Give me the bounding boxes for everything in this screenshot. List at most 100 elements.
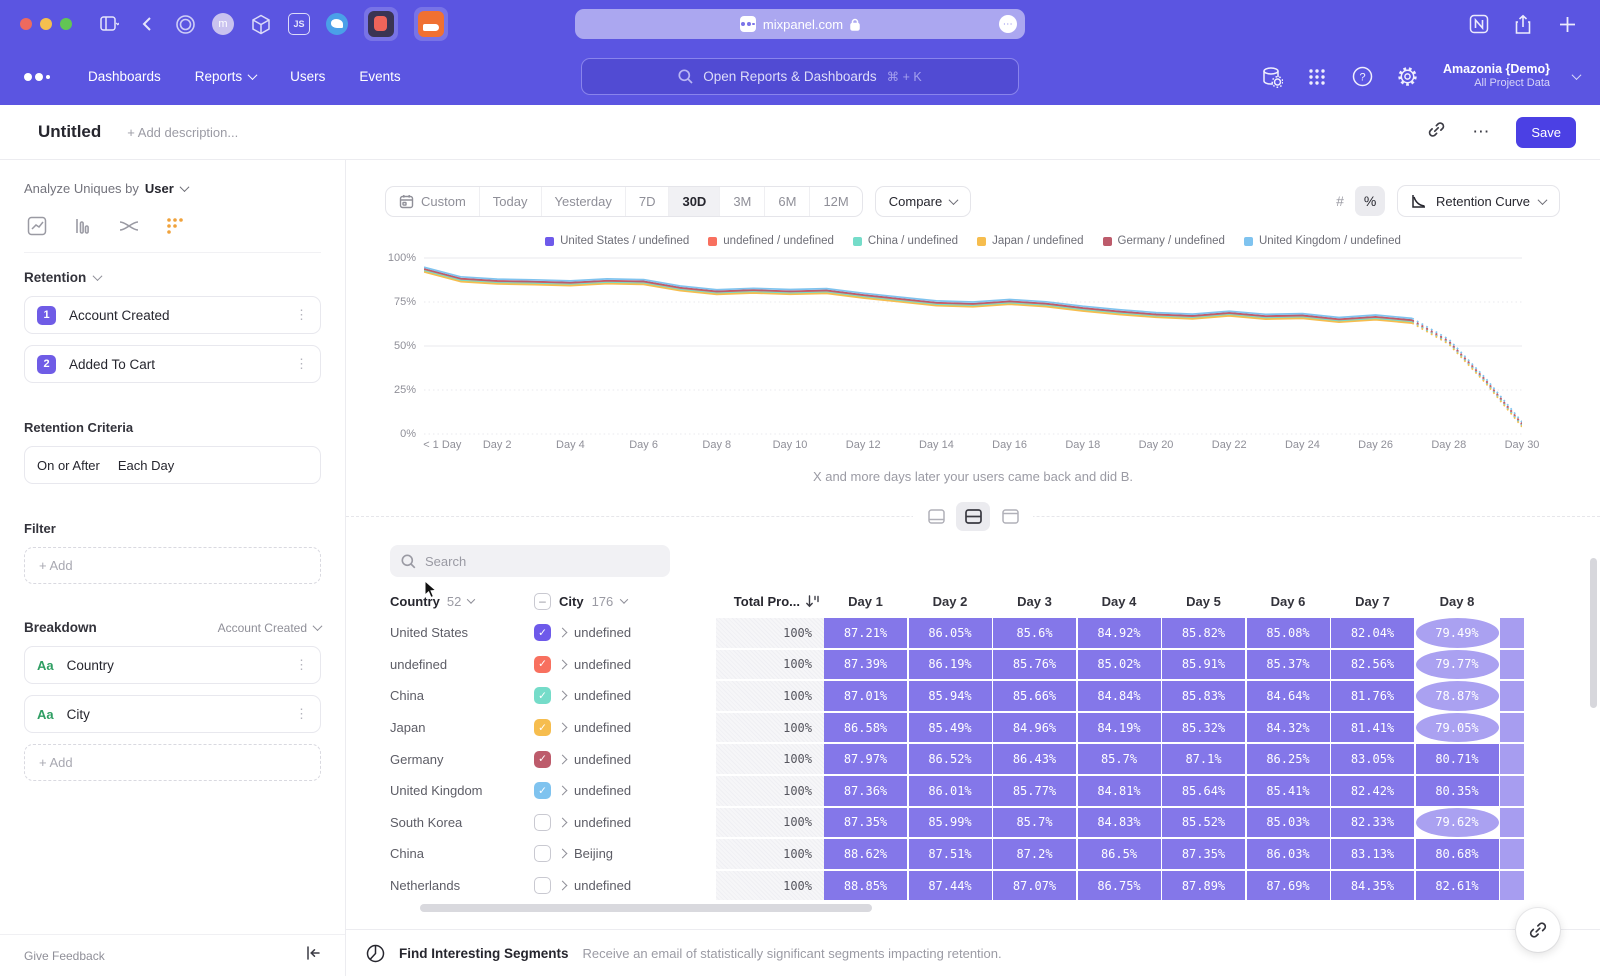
retention-cell[interactable]: 85.94%: [909, 681, 992, 711]
retention-curve-plot[interactable]: [424, 257, 1522, 435]
expand-row-chevron-icon[interactable]: [558, 754, 568, 764]
retention-cell[interactable]: 85.32%: [1162, 713, 1245, 743]
retention-cell[interactable]: 87.1%: [1162, 744, 1245, 774]
retention-section-header[interactable]: Retention: [24, 270, 321, 285]
nav-users[interactable]: Users: [290, 69, 325, 84]
row-checkbox-checked[interactable]: ✓: [534, 687, 551, 704]
retention-cell[interactable]: 86.01%: [909, 776, 992, 806]
retention-cell[interactable]: 84.32%: [1247, 713, 1330, 743]
share-icon[interactable]: [1512, 13, 1534, 35]
tab-insights[interactable]: [24, 213, 50, 239]
retention-cell[interactable]: 87.35%: [1162, 839, 1245, 869]
table-row[interactable]: undefined✓undefined100%87.39%86.19%85.76…: [346, 650, 1600, 680]
mixpanel-logo[interactable]: [24, 73, 50, 81]
vertical-scrollbar[interactable]: [1590, 558, 1597, 708]
minimize-window-button[interactable]: [40, 18, 52, 30]
range-12m[interactable]: 12M: [810, 187, 861, 216]
zoom-window-button[interactable]: [60, 18, 72, 30]
total-column-header[interactable]: Total Pro...: [734, 594, 800, 609]
project-switcher[interactable]: Amazonia {Demo} All Project Data: [1443, 62, 1550, 91]
save-button[interactable]: Save: [1516, 117, 1576, 148]
retention-cell[interactable]: 85.08%: [1247, 618, 1330, 648]
percent-toggle[interactable]: %: [1355, 186, 1385, 216]
country-column-header[interactable]: Country: [390, 594, 440, 609]
kebab-menu-icon[interactable]: ⋮: [295, 706, 308, 722]
retention-cell[interactable]: 87.21%: [824, 618, 907, 648]
city-column-header[interactable]: City: [559, 594, 584, 609]
retention-cell[interactable]: 84.81%: [1078, 776, 1161, 806]
retention-cell[interactable]: 78.87%: [1416, 681, 1499, 711]
range-3m[interactable]: 3M: [720, 187, 765, 216]
row-checkbox-checked[interactable]: ✓: [534, 751, 551, 768]
row-checkbox-unchecked[interactable]: [534, 814, 551, 831]
js-app-icon[interactable]: JS: [288, 13, 310, 35]
legend-item[interactable]: United States / undefined: [545, 235, 689, 247]
address-bar[interactable]: mixpanel.com ⋯: [575, 9, 1025, 39]
expand-row-chevron-icon[interactable]: [558, 659, 568, 669]
retention-cell[interactable]: 85.6%: [993, 618, 1076, 648]
chart-only-view-button[interactable]: [919, 502, 953, 531]
data-management-icon[interactable]: [1261, 66, 1283, 88]
retention-cell[interactable]: 87.2%: [993, 839, 1076, 869]
retention-cell[interactable]: 79.77%: [1416, 650, 1499, 680]
retention-cell[interactable]: 87.51%: [909, 839, 992, 869]
kebab-menu-icon[interactable]: ⋮: [295, 356, 308, 372]
settings-gear-icon[interactable]: [1396, 66, 1418, 88]
retention-cell[interactable]: 87.89%: [1162, 871, 1245, 901]
retention-cell[interactable]: 82.04%: [1331, 618, 1414, 648]
table-row[interactable]: ChinaBeijing100%88.62%87.51%87.2%86.5%87…: [346, 839, 1600, 869]
range-7d[interactable]: 7D: [626, 187, 670, 216]
retention-cell[interactable]: 86.5%: [1078, 839, 1161, 869]
retention-cell[interactable]: 85.66%: [993, 681, 1076, 711]
retention-cell[interactable]: 86.05%: [909, 618, 992, 648]
analyze-entity-selector[interactable]: User: [145, 181, 188, 196]
table-row[interactable]: Netherlandsundefined100%88.85%87.44%87.0…: [346, 871, 1600, 901]
sidebar-toggle-icon[interactable]: [98, 13, 120, 35]
day-column-header[interactable]: Day 5: [1162, 594, 1245, 609]
retention-cell[interactable]: 86.43%: [993, 744, 1076, 774]
copy-link-icon[interactable]: [1427, 120, 1446, 144]
day-column-header[interactable]: Day 4: [1078, 594, 1161, 609]
help-icon[interactable]: ?: [1351, 66, 1373, 88]
table-row[interactable]: South Koreaundefined100%87.35%85.99%85.7…: [346, 808, 1600, 838]
collapse-sidebar-icon[interactable]: [306, 946, 321, 965]
nav-reports[interactable]: Reports: [195, 69, 256, 84]
legend-item[interactable]: Germany / undefined: [1103, 235, 1225, 247]
retention-step-1[interactable]: 1 Account Created ⋮: [24, 296, 321, 334]
breakdown-event-selector[interactable]: Account Created: [218, 621, 321, 635]
kebab-menu-icon[interactable]: ⋮: [295, 307, 308, 323]
cube-app-icon[interactable]: [250, 13, 272, 35]
tab-flows[interactable]: [116, 213, 142, 239]
apps-grid-icon[interactable]: [1306, 66, 1328, 88]
add-description[interactable]: + Add description...: [127, 125, 238, 140]
day-column-header[interactable]: Day 1: [824, 594, 907, 609]
kebab-menu-icon[interactable]: ⋮: [295, 657, 308, 673]
retention-cell[interactable]: 84.64%: [1247, 681, 1330, 711]
retention-cell[interactable]: 87.35%: [824, 808, 907, 838]
row-checkbox-unchecked[interactable]: [534, 845, 551, 862]
avatar-m-app-icon[interactable]: m: [212, 13, 234, 35]
retention-cell[interactable]: 87.36%: [824, 776, 907, 806]
criteria-interval[interactable]: Each Day: [118, 458, 174, 473]
tab-bar-chart[interactable]: [70, 213, 96, 239]
expand-row-chevron-icon[interactable]: [558, 881, 568, 891]
table-row[interactable]: Japan✓undefined100%86.58%85.49%84.96%84.…: [346, 713, 1600, 743]
breakdown-country[interactable]: Aa Country ⋮: [24, 646, 321, 684]
table-row[interactable]: United States✓undefined100%87.21%86.05%8…: [346, 618, 1600, 648]
range-6m[interactable]: 6M: [765, 187, 810, 216]
row-checkbox-checked[interactable]: ✓: [534, 782, 551, 799]
retention-cell[interactable]: 85.91%: [1162, 650, 1245, 680]
retention-cell[interactable]: 85.99%: [909, 808, 992, 838]
close-window-button[interactable]: [20, 18, 32, 30]
retention-cell[interactable]: 85.82%: [1162, 618, 1245, 648]
notion-extension-icon[interactable]: [1468, 13, 1490, 35]
retention-cell[interactable]: 83.05%: [1331, 744, 1414, 774]
retention-cell[interactable]: 84.96%: [993, 713, 1076, 743]
retention-cell[interactable]: 87.07%: [993, 871, 1076, 901]
retention-cell[interactable]: 85.64%: [1162, 776, 1245, 806]
retention-cell[interactable]: 82.61%: [1416, 871, 1499, 901]
retention-cell[interactable]: 85.02%: [1078, 650, 1161, 680]
page-settings-icon[interactable]: ⋯: [999, 15, 1017, 33]
chart-type-selector[interactable]: Retention Curve: [1397, 185, 1560, 217]
retention-cell[interactable]: 87.97%: [824, 744, 907, 774]
